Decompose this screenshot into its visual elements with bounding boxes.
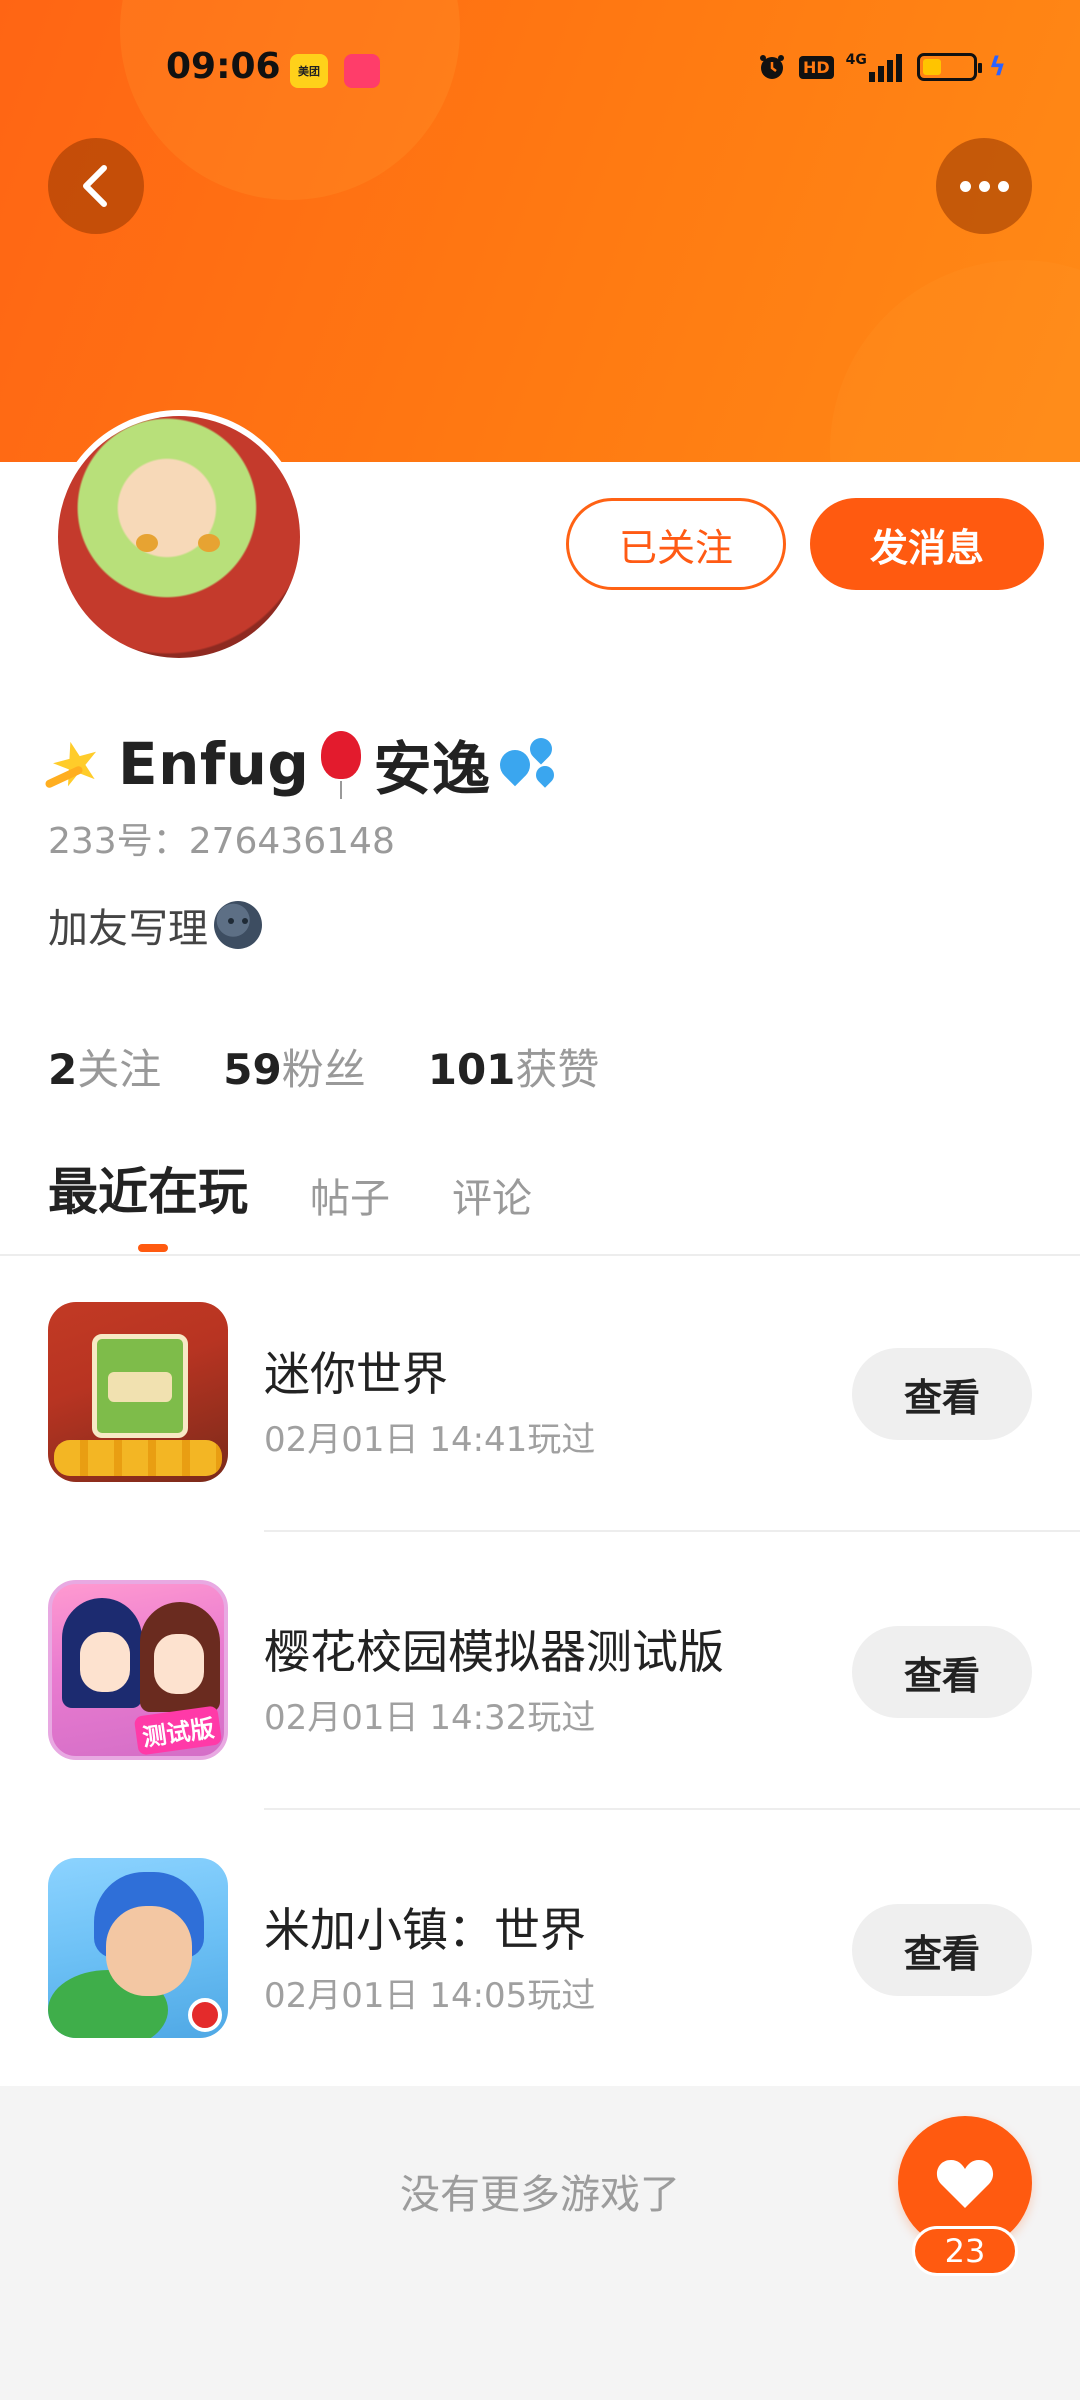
game-last-played: 02月01日 14:05玩过 (264, 1976, 596, 2016)
game-last-played: 02月01日 14:41玩过 (264, 1420, 596, 1460)
profile-tabs: 最近在玩 帖子 评论 (48, 1152, 594, 1224)
game-last-played: 02月01日 14:32玩过 (264, 1698, 596, 1738)
view-game-button[interactable]: 查看 (852, 1626, 1032, 1718)
user-bio: 加友写理 (48, 896, 262, 954)
tab-posts[interactable]: 帖子 (310, 1166, 390, 1224)
divider (0, 1254, 1080, 1256)
back-icon (83, 165, 107, 207)
game-icon-mini-world (48, 1302, 228, 1482)
alarm-icon (757, 52, 787, 82)
avatar[interactable] (58, 416, 300, 658)
back-button[interactable] (48, 138, 144, 234)
tab-comments[interactable]: 评论 (452, 1166, 532, 1224)
banner-decoration (830, 260, 1080, 462)
following-count[interactable]: 2关注 (48, 1036, 161, 1097)
bio-text: 加友写理 (48, 906, 208, 952)
balloon-icon (315, 731, 367, 799)
charging-icon: ϟ (988, 52, 1006, 82)
divider (264, 1808, 1080, 1810)
meituan-notification-icon: 美团 (290, 54, 328, 88)
new-moon-face-icon (214, 901, 262, 949)
sweat-droplets-icon (494, 733, 566, 794)
view-game-button[interactable]: 查看 (852, 1348, 1032, 1440)
more-options-button[interactable] (936, 138, 1032, 234)
nickname-text-1: Enfug (118, 730, 310, 798)
view-game-button[interactable]: 查看 (852, 1904, 1032, 1996)
divider (264, 1530, 1080, 1532)
network-type-label: 4G (845, 52, 867, 68)
like-count-badge: 23 (912, 2226, 1018, 2276)
profile-stats: 2关注 59粉丝 101获赞 (48, 1036, 599, 1097)
game-title: 迷你世界 (264, 1347, 448, 1401)
tab-recently-played[interactable]: 最近在玩 (48, 1152, 248, 1224)
user-id: 233号：276436148 (48, 821, 395, 862)
beta-badge: 测试版 (133, 1705, 223, 1756)
status-bar: 09:06 美团 HD 4G ϟ (0, 0, 1080, 140)
hd-icon: HD (798, 55, 834, 79)
user-nickname: Enfug 安逸 (48, 722, 566, 806)
active-tab-indicator (138, 1244, 168, 1252)
following-button[interactable]: 已关注 (566, 498, 786, 590)
signal-icon: 4G (846, 52, 905, 82)
app-notification-icon (344, 54, 380, 88)
heart-icon (936, 2160, 994, 2208)
status-icons: HD 4G ϟ (757, 52, 1006, 82)
likes-count: 101获赞 (427, 1045, 600, 1094)
game-list-item[interactable]: 测试版 樱花校园模拟器测试版 02月01日 14:32玩过 查看 (0, 1580, 1080, 1858)
status-time: 09:06 (166, 46, 281, 87)
game-title: 米加小镇：世界 (264, 1903, 586, 1957)
game-icon-miga-town (48, 1858, 228, 2038)
game-title: 樱花校园模拟器测试版 (264, 1625, 724, 1679)
game-icon-sakura-school: 测试版 (48, 1580, 228, 1760)
dizzy-star-icon (48, 735, 114, 793)
battery-icon (916, 53, 982, 81)
more-icon (956, 180, 1013, 192)
game-list-item[interactable]: 迷你世界 02月01日 14:41玩过 查看 (0, 1302, 1080, 1580)
nickname-text-2: 安逸 (373, 735, 491, 803)
send-message-button[interactable]: 发消息 (810, 498, 1044, 590)
followers-count[interactable]: 59粉丝 (223, 1036, 365, 1097)
